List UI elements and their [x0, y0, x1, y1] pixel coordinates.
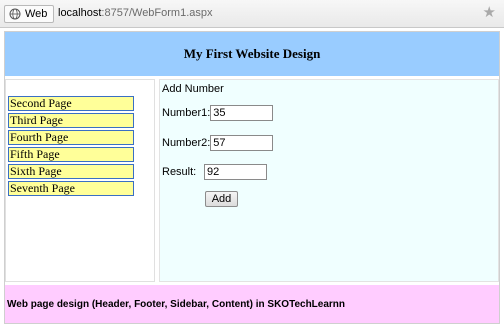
sidebar-item-fifth-page[interactable]: Fifth Page [8, 147, 134, 162]
browser-toolbar: Web localhost:8757/WebForm1.aspx ★ [0, 0, 504, 28]
site-identity-button[interactable]: Web [4, 5, 55, 23]
page-footer: Web page design (Header, Footer, Sidebar… [5, 285, 499, 323]
web-page: My First Website Design Second Page Thir… [4, 31, 500, 324]
sidebar: Second Page Third Page Fourth Page Fifth… [5, 79, 155, 282]
sidebar-item-second-page[interactable]: Second Page [8, 96, 134, 111]
sidebar-item-third-page[interactable]: Third Page [8, 113, 134, 128]
number1-field[interactable] [210, 105, 274, 121]
result-field[interactable] [204, 164, 267, 180]
sidebar-menu: Second Page Third Page Fourth Page Fifth… [8, 96, 134, 198]
number1-label: Number1: [162, 107, 211, 119]
number2-label: Number2: [162, 137, 211, 149]
address-bar[interactable]: localhost:8757/WebForm1.aspx [58, 7, 213, 19]
url-path: :8757/WebForm1.aspx [101, 7, 213, 19]
add-button[interactable]: Add [205, 191, 238, 207]
page-header: My First Website Design [5, 32, 499, 76]
site-identity-label: Web [25, 8, 48, 20]
star-icon[interactable]: ★ [483, 5, 496, 20]
result-label: Result: [162, 166, 197, 178]
footer-text: Web page design (Header, Footer, Sidebar… [7, 298, 346, 310]
url-host: localhost [58, 7, 102, 19]
result-row: Result: [162, 164, 267, 180]
sidebar-item-seventh-page[interactable]: Seventh Page [8, 181, 134, 196]
globe-icon [9, 8, 21, 20]
number2-row: Number2: [162, 135, 274, 151]
content-area: Add Number Number1: Number2: Result: Add [159, 79, 499, 282]
number1-row: Number1: [162, 105, 274, 121]
content-title: Add Number [162, 83, 224, 95]
number2-field[interactable] [210, 135, 274, 151]
sidebar-item-sixth-page[interactable]: Sixth Page [8, 164, 134, 179]
page-title: My First Website Design [183, 46, 321, 61]
sidebar-item-fourth-page[interactable]: Fourth Page [8, 130, 134, 145]
